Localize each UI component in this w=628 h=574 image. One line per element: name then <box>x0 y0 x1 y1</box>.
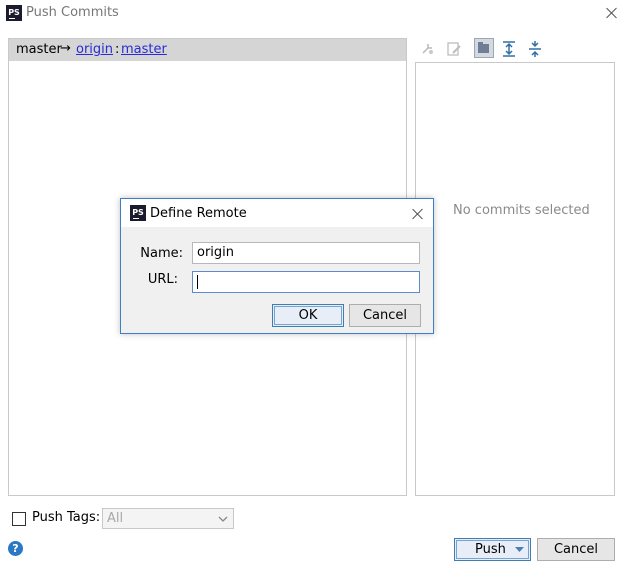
help-icon[interactable]: ? <box>8 541 23 556</box>
push-button[interactable]: Push <box>454 538 531 561</box>
branch-row[interactable]: master → origin : master <box>9 39 406 61</box>
tags-combo[interactable]: All <box>102 508 234 529</box>
push-tags-label: Push Tags: <box>32 510 101 525</box>
folder-view-icon[interactable] <box>474 38 494 58</box>
push-button-label: Push <box>475 542 506 557</box>
commit-details-panel: No commits selected <box>415 62 615 496</box>
dialog-title-bar: PS Define Remote <box>121 199 433 227</box>
separator: : <box>115 42 120 57</box>
ok-button[interactable]: OK <box>272 304 344 327</box>
chevron-down-icon <box>218 516 228 522</box>
url-field[interactable] <box>192 271 420 293</box>
arrow-icon: → <box>60 41 71 56</box>
remote-link[interactable]: origin <box>76 42 113 57</box>
empty-state-text: No commits selected <box>453 203 590 218</box>
local-branch: master <box>16 42 62 57</box>
expand-all-icon[interactable] <box>500 40 518 58</box>
name-field[interactable]: origin <box>192 242 420 264</box>
tags-combo-value: All <box>107 511 124 526</box>
app-logo-icon: PS <box>6 5 22 21</box>
remote-branch-link[interactable]: master <box>121 42 167 57</box>
dialog-cancel-button[interactable]: Cancel <box>349 304 421 327</box>
name-label: Name: <box>140 246 183 261</box>
dialog-close-icon[interactable] <box>412 208 424 220</box>
push-tags-checkbox[interactable] <box>12 512 26 526</box>
collapse-all-icon[interactable] <box>526 40 544 58</box>
app-logo-icon: PS <box>130 205 146 221</box>
define-remote-dialog: PS Define Remote Name: origin URL: OK Ca… <box>120 198 434 334</box>
window-title: Push Commits <box>26 5 119 20</box>
dialog-title: Define Remote <box>150 206 247 221</box>
url-label: URL: <box>147 272 178 287</box>
text-cursor <box>197 274 198 289</box>
window-title-bar: PS Push Commits <box>0 0 628 28</box>
cancel-button[interactable]: Cancel <box>537 538 615 561</box>
close-icon[interactable] <box>606 7 618 19</box>
cherry-pick-icon[interactable] <box>419 40 437 58</box>
edit-icon[interactable] <box>445 40 463 58</box>
dropdown-arrow-icon[interactable] <box>515 547 524 553</box>
